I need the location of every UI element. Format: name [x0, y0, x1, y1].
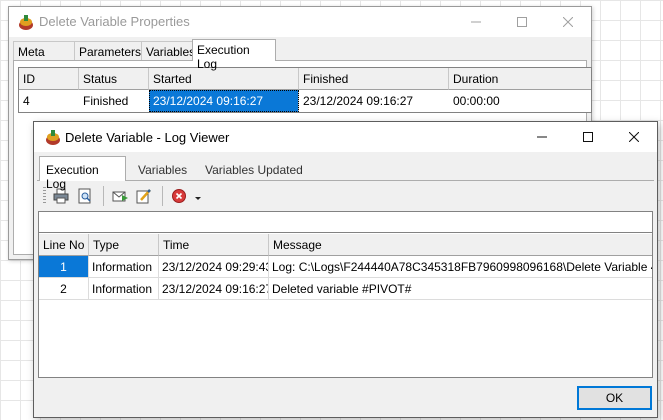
column-header-status[interactable]: Status	[79, 68, 149, 90]
window-title: Delete Variable - Log Viewer	[65, 130, 230, 145]
maximize-icon	[583, 132, 593, 142]
tab-variables-updated[interactable]: Variables Updated	[199, 158, 309, 180]
tab-parameters[interactable]: Parameters	[74, 41, 142, 61]
close-icon	[629, 132, 639, 142]
cell-finished: 23/12/2024 09:16:27	[299, 90, 449, 112]
cell-id: 4	[19, 90, 79, 112]
cell-time: 23/12/2024 09:29:43	[159, 256, 269, 277]
window-title: Delete Variable Properties	[39, 14, 190, 29]
table-row[interactable]: 2 Information 23/12/2024 09:16:27 Delete…	[39, 278, 652, 300]
clear-icon	[172, 189, 186, 203]
maximize-icon	[517, 17, 527, 27]
filter-bar[interactable]	[38, 211, 653, 233]
print-preview-button[interactable]	[74, 185, 96, 207]
column-header-type[interactable]: Type	[89, 234, 159, 256]
table-row[interactable]: 1 Information 23/12/2024 09:29:43 Log: C…	[39, 256, 652, 278]
tab-meta-data[interactable]: Meta Data	[13, 41, 75, 73]
cell-duration: 00:00:00	[453, 94, 500, 108]
toolbar-overflow-button[interactable]	[192, 185, 204, 207]
ok-button[interactable]: OK	[577, 386, 652, 410]
grid-header: Line No Type Time Message	[39, 234, 652, 256]
send-email-icon	[112, 191, 128, 202]
export-icon	[136, 189, 151, 204]
minimize-icon	[471, 21, 481, 23]
properties-tabs: Meta Data Parameters Variables Execution…	[13, 39, 587, 73]
cell-line-no: 2	[39, 278, 89, 299]
minimize-button[interactable]	[519, 122, 565, 152]
column-header-line-no[interactable]: Line No	[39, 234, 89, 256]
print-preview-icon	[78, 188, 91, 204]
cell-status: Finished	[79, 90, 149, 112]
table-row[interactable]: 4 Finished 23/12/2024 09:16:27 23/12/202…	[19, 90, 591, 112]
tab-variables[interactable]: Variables	[132, 158, 193, 180]
column-header-duration[interactable]: Duration	[449, 68, 591, 90]
tab-variables[interactable]: Variables	[141, 41, 195, 61]
column-header-started[interactable]: Started	[149, 68, 299, 90]
toolbar	[40, 181, 652, 211]
log-grid: Line No Type Time Message 1 Information …	[38, 233, 653, 378]
title-bar: Delete Variable - Log Viewer	[34, 122, 657, 152]
maximize-button[interactable]	[499, 7, 545, 37]
cell-time: 23/12/2024 09:16:27	[159, 278, 269, 299]
maximize-button[interactable]	[565, 122, 611, 152]
column-header-finished[interactable]: Finished	[299, 68, 449, 90]
app-icon	[44, 128, 62, 146]
close-button[interactable]	[545, 7, 591, 37]
minimize-button[interactable]	[453, 7, 499, 37]
column-header-id[interactable]: ID	[19, 68, 79, 90]
log-viewer-tabs: Execution Log Variables Variables Update…	[38, 156, 653, 191]
cell-type: Information	[89, 256, 159, 277]
grid-header: ID Status Started Finished Duration	[19, 68, 591, 90]
cell-message: Deleted variable #PIVOT#	[272, 282, 412, 296]
toolbar-separator	[103, 186, 104, 206]
execution-grid: ID Status Started Finished Duration 4 Fi…	[18, 67, 592, 113]
close-button[interactable]	[611, 122, 657, 152]
log-viewer-window: Delete Variable - Log Viewer Execution L…	[33, 121, 658, 418]
cell-type: Information	[89, 278, 159, 299]
tab-execution-log[interactable]: Execution Log	[39, 156, 126, 191]
dropdown-arrow-icon	[195, 197, 201, 200]
minimize-icon	[537, 136, 547, 138]
execution-log-panel: Line No Type Time Message 1 Information …	[37, 180, 654, 379]
tab-execution-log[interactable]: Execution Log	[192, 39, 276, 71]
title-bar: Delete Variable Properties	[9, 7, 591, 37]
column-header-message[interactable]: Message	[269, 234, 652, 256]
cell-line-no[interactable]: 1	[39, 256, 89, 277]
column-header-time[interactable]: Time	[159, 234, 269, 256]
clear-log-button[interactable]	[168, 185, 190, 207]
export-button[interactable]	[133, 185, 155, 207]
cell-message: Log: C:\Logs\F244440A78C345318FB79609980…	[272, 260, 652, 274]
send-email-button[interactable]	[109, 185, 131, 207]
cell-started[interactable]: 23/12/2024 09:16:27	[149, 90, 299, 112]
app-icon	[17, 13, 35, 31]
toolbar-separator	[162, 186, 163, 206]
close-icon	[563, 17, 573, 27]
